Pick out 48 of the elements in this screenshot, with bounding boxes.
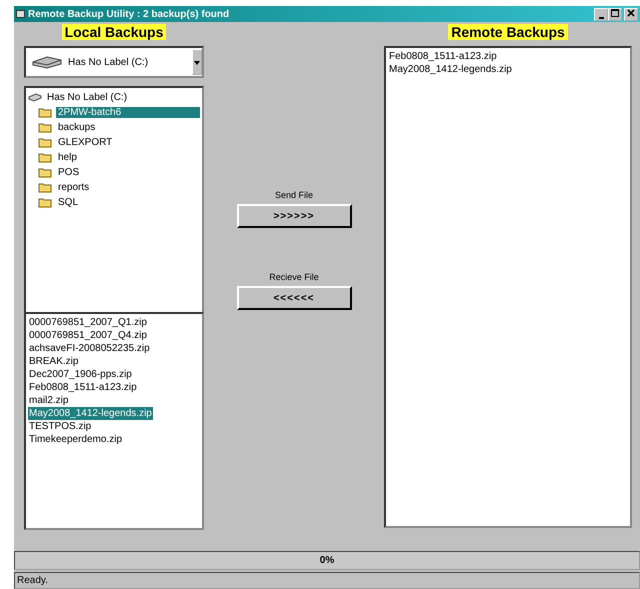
close-button[interactable] — [624, 8, 638, 20]
folder-icon — [38, 107, 53, 118]
folder-icon — [38, 197, 53, 208]
file-item[interactable]: Feb0808_1511-a123.zip — [388, 50, 498, 63]
folder-icon — [38, 122, 53, 133]
file-item[interactable]: May2008_1412-legends.zip — [28, 407, 153, 420]
file-item[interactable]: 0000769851_2007_Q4.zip — [28, 329, 148, 342]
tree-item[interactable]: backups — [56, 122, 98, 133]
file-item[interactable]: Feb0808_1511-a123.zip — [28, 381, 138, 394]
folder-icon — [38, 167, 53, 178]
minimize-button[interactable] — [594, 8, 608, 20]
file-item[interactable]: BREAK.zip — [28, 355, 80, 368]
file-item[interactable]: May2008_1412-legends.zip — [388, 63, 513, 76]
status-bar: Ready. — [14, 572, 640, 589]
tree-item[interactable]: 2PMW-batch6 — [56, 107, 200, 118]
button-caption: Recieve File — [269, 272, 319, 282]
folder-icon — [38, 152, 53, 163]
maximize-icon — [611, 8, 619, 16]
drive-icon — [28, 93, 42, 102]
close-icon — [627, 8, 635, 16]
file-item[interactable]: Dec2007_1906-pps.zip — [28, 368, 133, 381]
tree-item[interactable]: Has No Label (C:) — [45, 92, 130, 103]
file-item[interactable]: mail2.zip — [28, 394, 70, 407]
minimize-icon — [598, 16, 604, 18]
drive-icon — [32, 55, 62, 69]
tree-item[interactable]: SQL — [56, 197, 80, 208]
maximize-button[interactable] — [608, 8, 622, 20]
tree-item[interactable]: POS — [56, 167, 82, 178]
transfer-button[interactable]: >>>>>> — [236, 204, 352, 228]
file-item[interactable]: 0000769851_2007_Q1.zip — [28, 316, 148, 329]
tree-item[interactable]: help — [56, 152, 79, 163]
window-title: Remote Backup Utility : 2 backup(s) found — [28, 8, 230, 20]
transfer-button[interactable]: <<<<<< — [236, 286, 352, 310]
button-caption: Send File — [274, 190, 314, 200]
folder-icon — [38, 137, 53, 148]
section-heading: Remote Backups — [448, 24, 568, 40]
tree-item[interactable]: GLEXPORT — [56, 137, 114, 148]
file-item[interactable]: achsaveFI-2008052235.zip — [28, 342, 151, 355]
folder-icon — [38, 182, 53, 193]
section-heading: Local Backups — [62, 24, 166, 40]
dropdown-button[interactable] — [192, 49, 202, 75]
tree-item[interactable]: reports — [56, 182, 92, 193]
caret-icon — [194, 60, 200, 64]
file-item[interactable]: TESTPOS.zip — [28, 420, 92, 433]
drive-dropdown[interactable]: Has No Label (C:) — [24, 46, 204, 78]
progress-text: 0% — [320, 555, 334, 566]
file-item[interactable]: Timekeeperdemo.zip — [28, 433, 124, 446]
app-icon — [16, 10, 25, 18]
